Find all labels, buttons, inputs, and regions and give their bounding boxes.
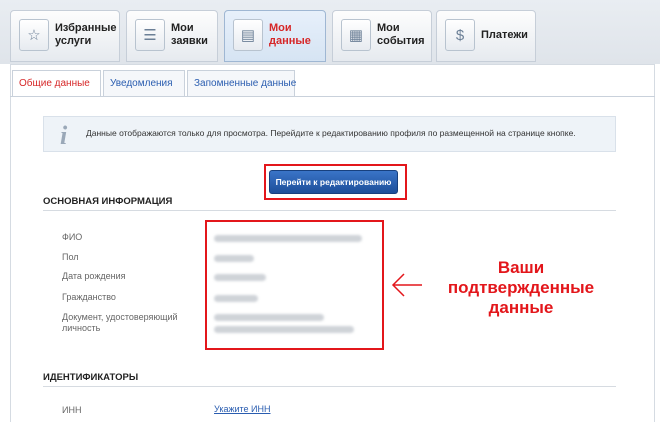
- field-label-fio: ФИО: [62, 232, 83, 242]
- tab-payments[interactable]: $ Платежи: [436, 10, 536, 62]
- tab-label: Избранные услуги: [55, 22, 117, 47]
- edit-profile-button[interactable]: Перейти к редактированию: [269, 170, 398, 194]
- field-label-document: Документ, удостоверяющий личность: [62, 312, 178, 333]
- tab-my-events[interactable]: ▦ Мои события: [332, 10, 432, 62]
- tab-my-data[interactable]: ▤ Мои данные: [224, 10, 326, 62]
- requests-icon: ☰: [135, 19, 165, 51]
- section-divider: [43, 386, 616, 387]
- identifiers-title: ИДЕНТИФИКАТОРЫ: [43, 372, 139, 383]
- info-notice: i Данные отображаются только для просмот…: [43, 116, 616, 152]
- subtab-divider: [10, 96, 655, 97]
- info-text: Данные отображаются только для просмотра…: [86, 128, 576, 138]
- subtab-general-data[interactable]: Общие данные: [12, 70, 101, 97]
- confirmed-data-annotation: Ваши подтвержденные данные: [447, 258, 595, 317]
- field-label-birthdate: Дата рождения: [62, 271, 126, 281]
- calendar-icon: ▦: [341, 19, 371, 51]
- tab-my-requests[interactable]: ☰ Мои заявки: [126, 10, 218, 62]
- field-label-inn: ИНН: [62, 405, 82, 415]
- tab-favorite-services[interactable]: ☆ Избранные услуги: [10, 10, 120, 62]
- favorites-icon: ☆: [19, 19, 49, 51]
- section-divider: [43, 210, 616, 211]
- info-icon: i: [60, 121, 68, 150]
- subtab-notifications[interactable]: Уведомления: [103, 70, 185, 96]
- arrow-left-icon: [391, 273, 422, 297]
- specify-inn-link[interactable]: Укажите ИНН: [214, 404, 271, 414]
- tab-label: Платежи: [481, 29, 528, 41]
- subtab-saved-data[interactable]: Запомненные данные: [187, 70, 296, 96]
- payments-icon: $: [445, 19, 475, 51]
- data-highlight-box: [205, 220, 384, 350]
- field-label-gender: Пол: [62, 252, 79, 262]
- my-data-icon: ▤: [233, 19, 263, 51]
- field-label-citizenship: Гражданство: [62, 292, 116, 302]
- main-info-title: ОСНОВНАЯ ИНФОРМАЦИЯ: [43, 196, 173, 207]
- tab-label: Мои данные: [269, 22, 311, 47]
